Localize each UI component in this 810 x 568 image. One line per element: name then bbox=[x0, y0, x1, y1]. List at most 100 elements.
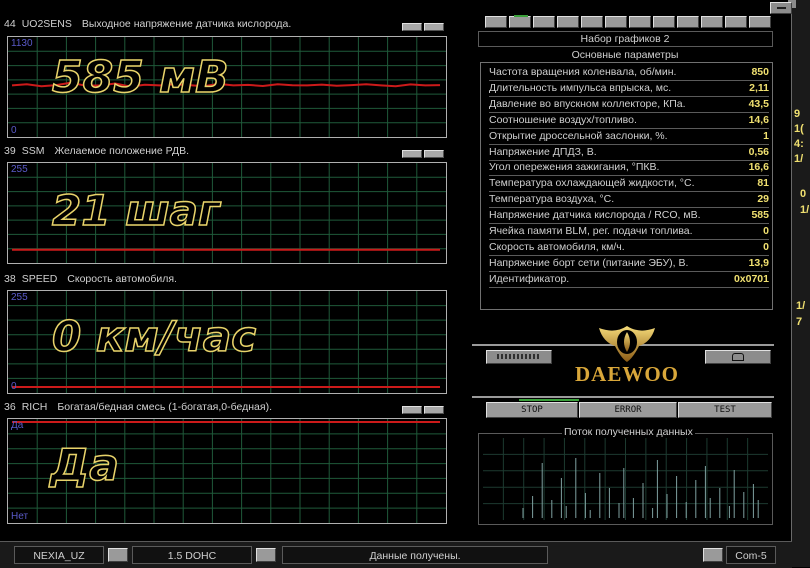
chart-window-buttons[interactable] bbox=[402, 145, 446, 158]
param-label: Скорость автомобиля, км/ч. bbox=[489, 240, 625, 253]
data-stream-graph bbox=[483, 438, 768, 520]
param-row: Скорость автомобиля, км/ч. 0 bbox=[489, 240, 769, 256]
parameters-table: Частота вращения коленвала, об/мин. 850 Дл… bbox=[480, 62, 773, 310]
graph-set-tab-10[interactable] bbox=[701, 16, 723, 28]
param-value: 29 bbox=[757, 193, 769, 206]
connection-indicator bbox=[519, 399, 579, 401]
param-row: Длительность импульса впрыска, мс. 2,11 bbox=[489, 81, 769, 97]
wave-icon bbox=[497, 354, 541, 359]
y-axis-min-label: Нет bbox=[11, 511, 29, 522]
y-axis-min-label: 0 bbox=[11, 125, 17, 136]
param-value: 16,6 bbox=[748, 161, 769, 174]
param-label: Температура воздуха, °C. bbox=[489, 193, 615, 206]
param-value: 1 bbox=[763, 129, 769, 142]
param-row: Напряжение датчика кислорода / RCO, мВ. 5… bbox=[489, 208, 769, 225]
graph-set-tab-8[interactable] bbox=[653, 16, 675, 28]
param-row: Температура воздуха, °C. 29 bbox=[489, 192, 769, 209]
param-label: Температура охлаждающей жидкости, °C. bbox=[489, 177, 695, 190]
param-value: 585 bbox=[751, 209, 769, 222]
engine-field: 1.5 DOHC bbox=[132, 546, 252, 564]
minimize-button[interactable] bbox=[402, 23, 422, 31]
car-model-field: NEXIA_UZ bbox=[14, 546, 104, 564]
error-button[interactable]: ERROR bbox=[579, 402, 677, 418]
big-value-readout: 21 шаг bbox=[51, 185, 220, 236]
close-button[interactable] bbox=[770, 2, 792, 14]
param-row: Угол опережения зажигания, °ПКВ. 16,6 bbox=[489, 160, 769, 177]
param-value: 0x0701 bbox=[733, 272, 769, 285]
chart-code: SPEED bbox=[21, 273, 58, 285]
car-model-button[interactable] bbox=[108, 548, 128, 562]
print-button[interactable] bbox=[705, 350, 771, 364]
background-window-edge: 9 1( 4: 1/ 0 1/ 1/ 7 bbox=[788, 0, 810, 567]
param-label: Напряжение ДПДЗ, В. bbox=[489, 145, 597, 158]
graph-set-tab-7[interactable] bbox=[629, 16, 651, 28]
param-label: Идентификатор. bbox=[489, 272, 570, 285]
graph-set-tab-5[interactable] bbox=[581, 16, 603, 28]
test-button[interactable]: TEST bbox=[678, 402, 772, 418]
port-button[interactable] bbox=[703, 548, 723, 562]
status-message: Данные получены. bbox=[282, 546, 548, 564]
graph-set-tab-4[interactable] bbox=[557, 16, 579, 28]
param-row: Идентификатор. 0x0701 bbox=[489, 272, 769, 288]
daewoo-emblem-icon bbox=[599, 326, 655, 362]
daewoo-wordmark: DAEWOO bbox=[574, 362, 679, 386]
graph-set-tab-6[interactable] bbox=[605, 16, 627, 28]
param-label: Длительность импульса впрыска, мс. bbox=[489, 81, 672, 94]
big-value-readout: 0 км/час bbox=[51, 311, 257, 362]
com-port-field: Com-5 bbox=[726, 546, 776, 564]
chart-description: Желаемое положение РДВ. bbox=[54, 145, 190, 157]
param-label: Напряжение датчика кислорода / RCO, мВ. bbox=[489, 209, 701, 222]
chart-window-buttons[interactable] bbox=[402, 18, 446, 31]
stop-button[interactable]: STOP bbox=[486, 402, 578, 418]
param-row: Напряжение борт сети (питание ЭБУ), В. 13… bbox=[489, 256, 769, 272]
data-stream-panel bbox=[478, 433, 773, 525]
param-label: Частота вращения коленвала, об/мин. bbox=[489, 66, 677, 78]
param-label: Соотношение воздух/топливо. bbox=[489, 113, 637, 126]
param-value: 0,56 bbox=[748, 145, 769, 158]
graph-set-tabs[interactable] bbox=[485, 15, 773, 28]
chart-description: Выходное напряжение датчика кислорода. bbox=[81, 18, 292, 30]
param-label: Напряжение борт сети (питание ЭБУ), В. bbox=[489, 256, 689, 269]
graph-set-tab-3[interactable] bbox=[533, 16, 555, 28]
chart-window-buttons[interactable] bbox=[402, 401, 446, 414]
param-value: 43,5 bbox=[748, 97, 769, 110]
param-row: Давление во впускном коллекторе, КПа. 43,… bbox=[489, 97, 769, 113]
minimize-button[interactable] bbox=[402, 150, 422, 158]
param-row: Напряжение ДПДЗ, В. 0,56 bbox=[489, 145, 769, 161]
param-row: Частота вращения коленвала, об/мин. 850 bbox=[489, 65, 769, 81]
chart-number: 39 bbox=[4, 145, 16, 157]
big-value-readout: 585 мВ bbox=[51, 51, 229, 104]
param-value: 14,6 bbox=[748, 113, 769, 126]
param-value: 850 bbox=[751, 66, 769, 78]
graph-set-tab-1[interactable] bbox=[485, 16, 507, 28]
params-title: Основные параметры bbox=[571, 49, 679, 61]
y-axis-max-label: 1130 bbox=[11, 38, 33, 49]
graph-set-tab-9[interactable] bbox=[677, 16, 699, 28]
y-axis-max-label: Да bbox=[11, 420, 24, 431]
chart-code: SSM bbox=[21, 145, 45, 157]
graph-set-label: Набор графиков 2 bbox=[580, 33, 670, 45]
param-row: Соотношение воздух/топливо. 14,6 bbox=[489, 113, 769, 129]
chart-code: RICH bbox=[21, 401, 48, 413]
maximize-button[interactable] bbox=[424, 150, 444, 158]
data-stream-title: Поток полученных данных bbox=[562, 426, 695, 438]
param-value: 81 bbox=[757, 177, 769, 190]
maximize-button[interactable] bbox=[424, 23, 444, 31]
chart-description: Богатая/бедная смесь (1-богатая,0-бедная… bbox=[57, 401, 272, 413]
param-value: 13,9 bbox=[748, 256, 769, 269]
minimize-icon bbox=[777, 7, 786, 9]
param-label: Ячейка памяти BLM, рег. подачи топлива. bbox=[489, 225, 693, 237]
big-value-readout: Да bbox=[49, 439, 119, 492]
graph-toggle-button[interactable] bbox=[486, 350, 552, 364]
maximize-button[interactable] bbox=[424, 406, 444, 414]
graph-set-tab-12[interactable] bbox=[749, 16, 771, 28]
param-value: 2,11 bbox=[749, 81, 769, 94]
book-icon bbox=[732, 353, 744, 361]
chart-number: 36 bbox=[4, 401, 16, 413]
graph-set-tab-2[interactable] bbox=[509, 15, 531, 28]
engine-button[interactable] bbox=[256, 548, 276, 562]
param-row: Температура охлаждающей жидкости, °C. 81 bbox=[489, 176, 769, 193]
param-label: Угол опережения зажигания, °ПКВ. bbox=[489, 161, 660, 174]
graph-set-tab-11[interactable] bbox=[725, 16, 747, 28]
minimize-button[interactable] bbox=[402, 406, 422, 414]
